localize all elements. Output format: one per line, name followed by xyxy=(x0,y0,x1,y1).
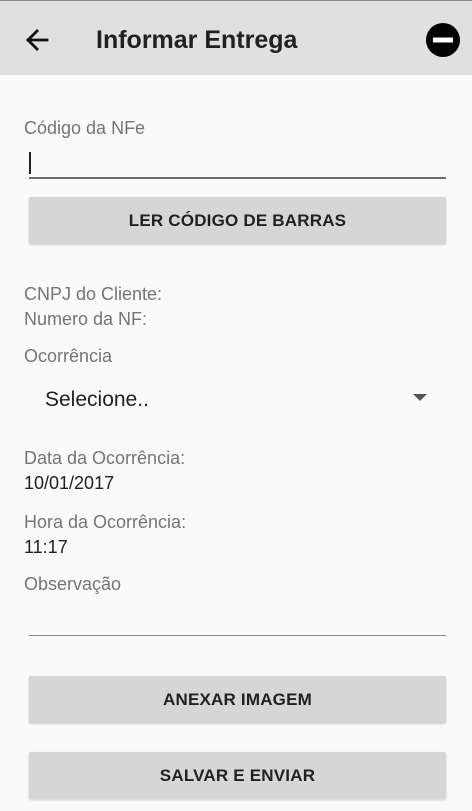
nfe-code-input[interactable] xyxy=(29,150,446,176)
arrow-back-icon[interactable] xyxy=(20,23,54,57)
attach-image-button[interactable]: ANEXAR IMAGEM xyxy=(29,676,446,723)
occurrence-time-label: Hora da Ocorrência: xyxy=(24,512,187,532)
scan-barcode-button[interactable]: LER CÓDIGO DE BARRAS xyxy=(29,197,446,244)
observation-underline xyxy=(29,635,446,636)
nfe-code-label: Código da NFe xyxy=(24,118,146,138)
observation-input[interactable] xyxy=(29,606,446,634)
occurrence-date-label: Data da Ocorrência: xyxy=(24,448,186,468)
text-cursor xyxy=(29,152,31,174)
app-bar: Informar Entrega xyxy=(0,0,472,75)
occurrence-date-value: 10/01/2017 xyxy=(24,473,115,493)
nf-number-label: Numero da NF: xyxy=(24,309,148,329)
informar-entrega-screen: Informar Entrega Código da NFe LER CÓDIG… xyxy=(0,0,472,811)
occurrence-label: Ocorrência xyxy=(24,346,113,366)
save-and-send-button[interactable]: SALVAR E ENVIAR xyxy=(29,752,446,799)
page-title: Informar Entrega xyxy=(96,26,298,54)
observation-label: Observação xyxy=(24,574,122,594)
occurrence-selected-value: Selecione.. xyxy=(45,388,149,411)
dropdown-arrow-icon xyxy=(413,394,427,401)
minus-circle-icon[interactable] xyxy=(425,22,461,58)
occurrence-dropdown[interactable]: Selecione.. xyxy=(29,376,446,422)
occurrence-time-value: 11:17 xyxy=(24,537,68,557)
cnpj-label: CNPJ do Cliente: xyxy=(24,284,163,304)
nfe-code-underline xyxy=(29,177,446,179)
